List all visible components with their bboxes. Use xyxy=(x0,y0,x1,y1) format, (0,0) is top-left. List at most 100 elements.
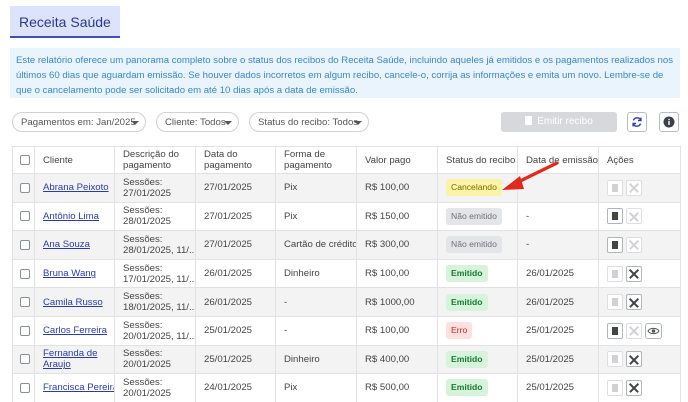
client-link[interactable]: Fernanda de Araujo xyxy=(43,348,97,370)
client-cell: Fernanda de Araujo xyxy=(34,344,115,375)
col-amount[interactable]: Valor pago xyxy=(356,146,438,174)
col-payment-date[interactable]: Data do pagamento xyxy=(195,146,276,174)
client-cell: Antônio Lima xyxy=(34,201,115,232)
issue-date-cell: 25/01/2025 xyxy=(517,373,599,402)
status-badge: Emitido xyxy=(446,379,488,397)
row-checkbox[interactable] xyxy=(20,211,30,222)
status-badge: Não emitido xyxy=(446,236,502,254)
table-header-row: Cliente Descrição do pagamento Data do p… xyxy=(12,146,681,174)
issue-receipt-button[interactable] xyxy=(607,294,623,311)
issue-receipt-button[interactable] xyxy=(607,322,623,339)
payment-date-cell: 25/01/2025 xyxy=(195,344,276,375)
col-client[interactable]: Cliente xyxy=(34,146,115,174)
cancel-receipt-button[interactable] xyxy=(626,294,642,311)
payment-date-cell: 25/01/2025 xyxy=(195,315,276,346)
issue-receipt-button[interactable] xyxy=(607,351,623,368)
receipt-status-select[interactable]: Status do recibo: Todos xyxy=(249,112,369,132)
amount-cell: R$ 1000,00 xyxy=(356,287,438,317)
row-checkbox-cell xyxy=(12,173,35,203)
eye-icon xyxy=(647,327,660,334)
document-icon xyxy=(612,383,618,392)
description-cell: Sessões: 18/01/2025, 11/... xyxy=(114,287,196,317)
amount-cell: R$ 300,00 xyxy=(356,230,438,260)
table-row: Carlos Ferreira Sessões: 20/01/2025, 11/.… xyxy=(12,315,681,346)
table-row: Francisca Pereira Sessões: 20/01/2025 24/… xyxy=(12,373,681,402)
status-badge: Erro xyxy=(446,322,473,340)
receipts-table: Cliente Descrição do pagamento Data do p… xyxy=(12,146,681,402)
description-cell: Sessões: 17/01/2025, 11/... xyxy=(114,258,196,289)
row-checkbox[interactable] xyxy=(20,268,30,279)
annotation-arrow xyxy=(502,161,559,190)
client-link[interactable]: Abrana Peixoto xyxy=(43,182,109,193)
issue-receipt-button[interactable] xyxy=(607,265,623,282)
select-all-checkbox[interactable] xyxy=(20,155,30,165)
client-link[interactable]: Francisca Pereira xyxy=(43,382,114,393)
client-cell: Abrana Peixoto xyxy=(34,173,115,203)
status-cell: Erro xyxy=(437,315,518,346)
receipt-status-label: Status do recibo: Todos xyxy=(258,117,359,128)
row-checkbox[interactable] xyxy=(20,239,30,250)
issue-receipt-button[interactable] xyxy=(607,179,623,196)
row-checkbox[interactable] xyxy=(20,354,30,365)
refresh-button[interactable] xyxy=(627,112,647,132)
row-checkbox-cell xyxy=(12,287,35,317)
cancel-receipt-button[interactable] xyxy=(626,322,642,339)
issue-date-cell: - xyxy=(517,201,599,232)
actions-cell xyxy=(598,315,681,346)
col-description[interactable]: Descrição do pagamento xyxy=(114,146,196,174)
actions-cell xyxy=(598,344,681,375)
view-receipt-button[interactable] xyxy=(645,322,662,339)
status-cell: Emitido xyxy=(437,373,518,402)
cancel-receipt-button[interactable] xyxy=(626,208,642,225)
client-link[interactable]: Ana Souza xyxy=(43,239,90,250)
col-payment-method[interactable]: Forma de pagamento xyxy=(275,146,357,174)
amount-cell: R$ 100,00 xyxy=(356,173,438,203)
payment-method-cell: - xyxy=(275,315,357,346)
actions-cell xyxy=(598,173,681,203)
cancel-receipt-button[interactable] xyxy=(626,351,642,368)
document-icon xyxy=(612,326,618,335)
status-cell: Emitido xyxy=(437,258,518,289)
actions-cell xyxy=(598,373,681,402)
cancel-receipt-button[interactable] xyxy=(626,379,642,396)
client-link[interactable]: Bruna Wang xyxy=(43,268,96,279)
description-cell: Sessões: 20/01/2025 xyxy=(114,344,196,375)
row-checkbox[interactable] xyxy=(20,297,30,308)
emit-receipt-button[interactable]: Emitir recibo xyxy=(501,112,617,132)
amount-cell: R$ 150,00 xyxy=(356,201,438,232)
table-row: Fernanda de Araujo Sessões: 20/01/2025 25/… xyxy=(12,344,681,375)
payment-date-cell: 27/01/2025 xyxy=(195,201,276,232)
issue-receipt-button[interactable] xyxy=(607,379,623,396)
row-checkbox[interactable] xyxy=(20,325,30,336)
row-checkbox-cell xyxy=(12,258,35,289)
payments-month-select[interactable]: Pagamentos em: Jan/2025 xyxy=(12,112,146,132)
client-link[interactable]: Antônio Lima xyxy=(43,211,99,222)
document-icon xyxy=(612,183,618,192)
row-checkbox[interactable] xyxy=(20,382,30,393)
client-cell: Bruna Wang xyxy=(34,258,115,289)
row-checkbox-cell xyxy=(12,344,35,375)
cancel-receipt-button[interactable] xyxy=(626,265,642,282)
status-badge: Emitido xyxy=(446,265,488,283)
issue-receipt-button[interactable] xyxy=(607,208,623,225)
cancel-receipt-button[interactable] xyxy=(626,179,642,196)
payment-method-cell: Pix xyxy=(275,373,357,402)
issue-date-cell: 25/01/2025 xyxy=(517,344,599,375)
client-link[interactable]: Camila Russo xyxy=(43,297,103,308)
row-checkbox[interactable] xyxy=(20,182,30,193)
row-checkbox-cell xyxy=(12,230,35,260)
chevron-down-icon xyxy=(224,121,232,125)
document-icon xyxy=(612,269,618,278)
issue-date-cell: 26/01/2025 xyxy=(517,258,599,289)
issue-receipt-button[interactable] xyxy=(607,236,623,253)
actions-cell xyxy=(598,287,681,317)
cancel-receipt-button[interactable] xyxy=(626,236,642,253)
client-link[interactable]: Carlos Ferreira xyxy=(43,325,107,336)
payment-method-cell: Pix xyxy=(275,201,357,232)
status-cell: Emitido xyxy=(437,287,518,317)
client-select[interactable]: Cliente: Todos xyxy=(156,112,239,132)
payment-date-cell: 26/01/2025 xyxy=(195,287,276,317)
chevron-down-icon xyxy=(354,121,362,125)
help-button[interactable] xyxy=(659,112,679,132)
client-cell: Francisca Pereira xyxy=(34,373,115,402)
